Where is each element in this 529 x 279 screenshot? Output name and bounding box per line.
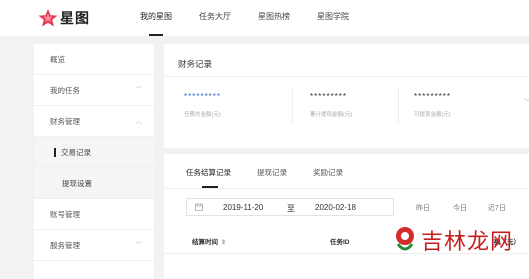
sidebar-item-label: 我的任务 (50, 86, 80, 95)
stat-label: 可提现金额(元) (414, 112, 451, 118)
date-start[interactable]: 2019-11-20 (223, 203, 263, 212)
sidebar-item-finance[interactable]: 财务管理 ︿ (34, 106, 154, 137)
tab-withdraw-records[interactable]: 提现记录 (257, 167, 287, 186)
sidebar-item-label: 概览 (50, 55, 65, 64)
calendar-icon (195, 203, 203, 211)
nav-hot-list[interactable]: 星图热榜 (258, 0, 290, 36)
top-navbar: 星图 我的星图 任务大厅 星图热榜 星图学院 (0, 0, 529, 36)
date-range-picker[interactable]: 2019-11-20 至 2020-02-18 (186, 198, 394, 216)
sidebar: 概览 我的任务 ﹀ 财务管理 ︿ 交易记录 提现设置 账号管理 服务管理 ﹀ (34, 44, 154, 279)
watermark-text: 吉林龙网 (421, 230, 514, 255)
chevron-down-icon: ﹀ (135, 87, 142, 94)
nav-task-hall[interactable]: 任务大厅 (199, 0, 231, 36)
date-end[interactable]: 2020-02-18 (315, 203, 356, 212)
stat-total-amount: ********* 任務总金额(元) (184, 92, 221, 118)
chevron-up-icon: ︿ (135, 118, 142, 125)
chevron-down-icon: ﹀ (135, 242, 142, 249)
date-separator: 至 (287, 204, 295, 213)
column-header-task-id: 任务ID (330, 236, 350, 246)
tab-reward-records[interactable]: 奖励记录 (313, 167, 343, 186)
app-logo[interactable]: 星图 (38, 8, 90, 28)
sidebar-item-my-tasks[interactable]: 我的任务 ﹀ (34, 75, 154, 106)
sidebar-item-label: 提现设置 (62, 179, 92, 188)
sidebar-item-transactions[interactable]: 交易记录 (34, 137, 154, 168)
sidebar-item-overview[interactable]: 概览 (34, 44, 154, 75)
divider (398, 88, 399, 124)
sort-icon[interactable]: ⇕ (221, 240, 226, 246)
records-card: 任务结算记录 提现记录 奖励记录 2019-11-20 至 2020-02-18… (164, 154, 529, 279)
divider (292, 88, 293, 124)
sidebar-item-label: 财务管理 (50, 117, 80, 126)
quick-range-yesterday[interactable]: 昨日 (416, 203, 430, 213)
records-tabs: 任务结算记录 提现记录 奖励记录 (186, 167, 369, 188)
quick-range-7days[interactable]: 近7日 (488, 203, 506, 213)
star-logo-icon (38, 9, 58, 27)
finance-title: 财务记录 (163, 59, 529, 77)
chevron-down-icon[interactable]: ﹀ (524, 97, 529, 108)
column-label: 任务ID (330, 239, 350, 246)
column-label: 结算时间 (192, 239, 218, 246)
quick-range-today[interactable]: 今日 (453, 203, 467, 213)
sidebar-item-label: 服务管理 (50, 241, 80, 250)
nav-academy[interactable]: 星图学院 (317, 0, 349, 36)
watermark: 吉林龙网 (392, 224, 513, 256)
sidebar-item-withdraw-settings[interactable]: 提现设置 (34, 168, 154, 199)
stat-value: ********* (414, 92, 452, 101)
sidebar-item-label: 账号管理 (50, 210, 80, 219)
stat-label: 累计提现金额(元) (310, 112, 353, 118)
sidebar-item-account[interactable]: 账号管理 (34, 199, 154, 230)
sidebar-item-services[interactable]: 服务管理 ﹀ (34, 230, 154, 261)
logo-text: 星图 (60, 10, 90, 26)
nav-my-xingtu[interactable]: 我的星图 (140, 0, 172, 36)
tab-divider (164, 188, 529, 189)
stat-value: ********* (310, 92, 348, 101)
main-nav: 我的星图 任务大厅 星图热榜 星图学院 (140, 0, 376, 36)
stat-withdrawn-amount: ********* 累计提现金额(元) (310, 92, 352, 118)
watermark-logo-icon (396, 227, 414, 251)
finance-summary-card: 财务记录 ********* 任務总金额(元) ********* 累计提现金额… (163, 44, 529, 148)
stat-label: 任務总金额(元) (184, 112, 221, 118)
tab-settlement-records[interactable]: 任务结算记录 (186, 167, 231, 188)
sidebar-item-label: 交易记录 (61, 148, 91, 157)
stat-available-amount: ********* 可提现金额(元) (414, 92, 451, 118)
column-header-settle-time[interactable]: 结算时间 ⇕ (192, 236, 226, 246)
active-indicator (54, 147, 56, 157)
stat-value: ********* (184, 92, 222, 101)
